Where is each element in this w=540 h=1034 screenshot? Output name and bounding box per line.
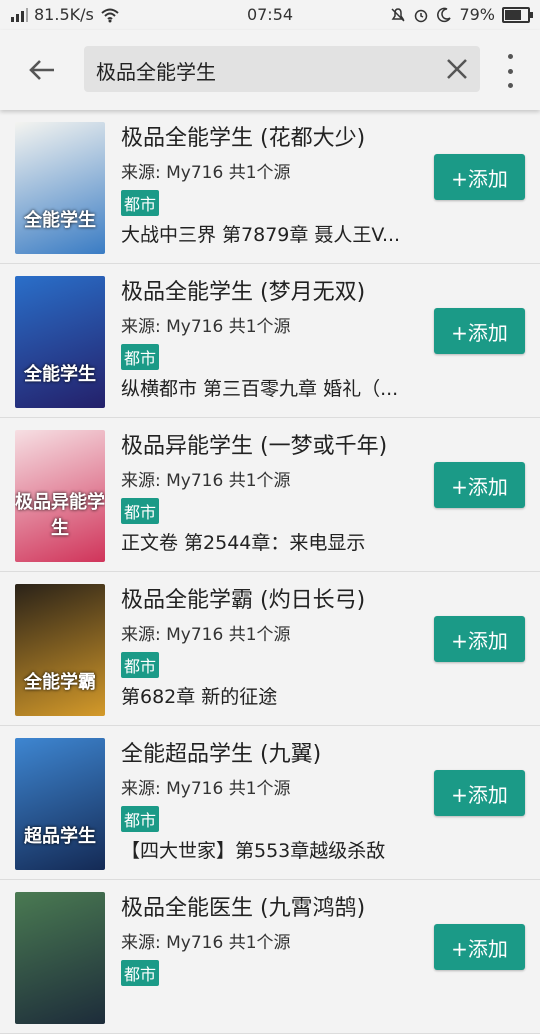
more-options-button[interactable]	[502, 54, 518, 88]
list-item[interactable]: 全能学生 极品全能学生 (花都大少) 来源: My716 共1个源 都市 大战中…	[0, 110, 540, 264]
latest-chapter: 第682章 新的征途	[121, 686, 278, 708]
add-button[interactable]: +添加	[434, 616, 525, 662]
book-title: 极品全能学生 (梦月无双)	[121, 280, 366, 305]
more-dot-icon	[507, 68, 513, 74]
list-item[interactable]: 极品异能学生 极品异能学生 (一梦或千年) 来源: My716 共1个源 都市 …	[0, 418, 540, 572]
list-item[interactable]: 极品全能医生 (九霄鸿鹄) 来源: My716 共1个源 都市 +添加	[0, 880, 540, 1034]
book-source: 来源: My716 共1个源	[121, 933, 291, 953]
clear-icon[interactable]	[444, 56, 470, 82]
category-badge: 都市	[121, 498, 160, 524]
search-results-list: 全能学生 极品全能学生 (花都大少) 来源: My716 共1个源 都市 大战中…	[0, 110, 540, 1034]
book-cover[interactable]: 全能学霸	[15, 584, 105, 716]
alarm-icon	[415, 9, 428, 22]
add-button[interactable]: +添加	[434, 308, 525, 354]
cover-title: 全能学生	[24, 364, 96, 385]
list-item[interactable]: 超品学生 全能超品学生 (九翼) 来源: My716 共1个源 都市 【四大世家…	[0, 726, 540, 880]
cover-title: 极品异能学生	[15, 492, 105, 539]
cover-title: 全能学生	[24, 210, 96, 231]
add-button[interactable]: +添加	[434, 462, 525, 508]
list-item[interactable]: 全能学霸 极品全能学霸 (灼日长弓) 来源: My716 共1个源 都市 第68…	[0, 572, 540, 726]
book-title: 极品异能学生 (一梦或千年)	[121, 434, 388, 459]
book-cover[interactable]: 全能学生	[15, 122, 105, 254]
cover-title: 全能学霸	[24, 672, 96, 693]
moon-icon	[437, 7, 452, 22]
arrow-left-icon	[29, 60, 54, 80]
latest-chapter: 【四大世家】第553章越级杀敌	[121, 840, 386, 862]
more-dot-icon	[507, 54, 513, 59]
search-toolbar: 极品全能学生	[0, 30, 540, 110]
status-right: 79%	[390, 5, 533, 24]
more-dot-icon	[507, 83, 513, 88]
battery-level	[505, 9, 521, 20]
battery-icon	[502, 6, 533, 23]
search-query[interactable]: 极品全能学生	[96, 56, 216, 85]
cover-title: 超品学生	[24, 826, 96, 847]
category-badge: 都市	[121, 960, 160, 986]
book-title: 极品全能医生 (九霄鸿鹄)	[121, 896, 366, 921]
mute-bell-icon	[391, 7, 405, 22]
book-title: 极品全能学霸 (灼日长弓)	[121, 588, 366, 613]
battery-percent: 79%	[459, 5, 495, 24]
book-cover[interactable]: 全能学生	[15, 276, 105, 408]
search-field[interactable]: 极品全能学生	[84, 46, 480, 92]
book-source: 来源: My716 共1个源	[121, 779, 291, 799]
latest-chapter: 纵横都市 第三百零九章 婚礼（...	[121, 378, 399, 400]
list-item[interactable]: 全能学生 极品全能学生 (梦月无双) 来源: My716 共1个源 都市 纵横都…	[0, 264, 540, 418]
add-button[interactable]: +添加	[434, 154, 525, 200]
book-cover[interactable]: 超品学生	[15, 738, 105, 870]
book-source: 来源: My716 共1个源	[121, 317, 291, 337]
status-bar: 81.5K/s 07:54 79%	[0, 0, 540, 30]
category-badge: 都市	[121, 806, 160, 832]
book-source: 来源: My716 共1个源	[121, 163, 291, 183]
book-source: 来源: My716 共1个源	[121, 471, 291, 491]
latest-chapter: 正文卷 第2544章：来电显示	[121, 532, 366, 554]
latest-chapter: 大战中三界 第7879章 聂人王V...	[121, 224, 401, 246]
book-cover[interactable]: 极品异能学生	[15, 430, 105, 562]
book-title: 全能超品学生 (九翼)	[121, 742, 322, 767]
back-button[interactable]	[22, 52, 62, 88]
category-badge: 都市	[121, 190, 160, 216]
book-title: 极品全能学生 (花都大少)	[121, 126, 366, 151]
book-source: 来源: My716 共1个源	[121, 625, 291, 645]
add-button[interactable]: +添加	[434, 924, 525, 970]
category-badge: 都市	[121, 652, 160, 678]
book-cover[interactable]	[15, 892, 105, 1024]
add-button[interactable]: +添加	[434, 770, 525, 816]
category-badge: 都市	[121, 344, 160, 370]
